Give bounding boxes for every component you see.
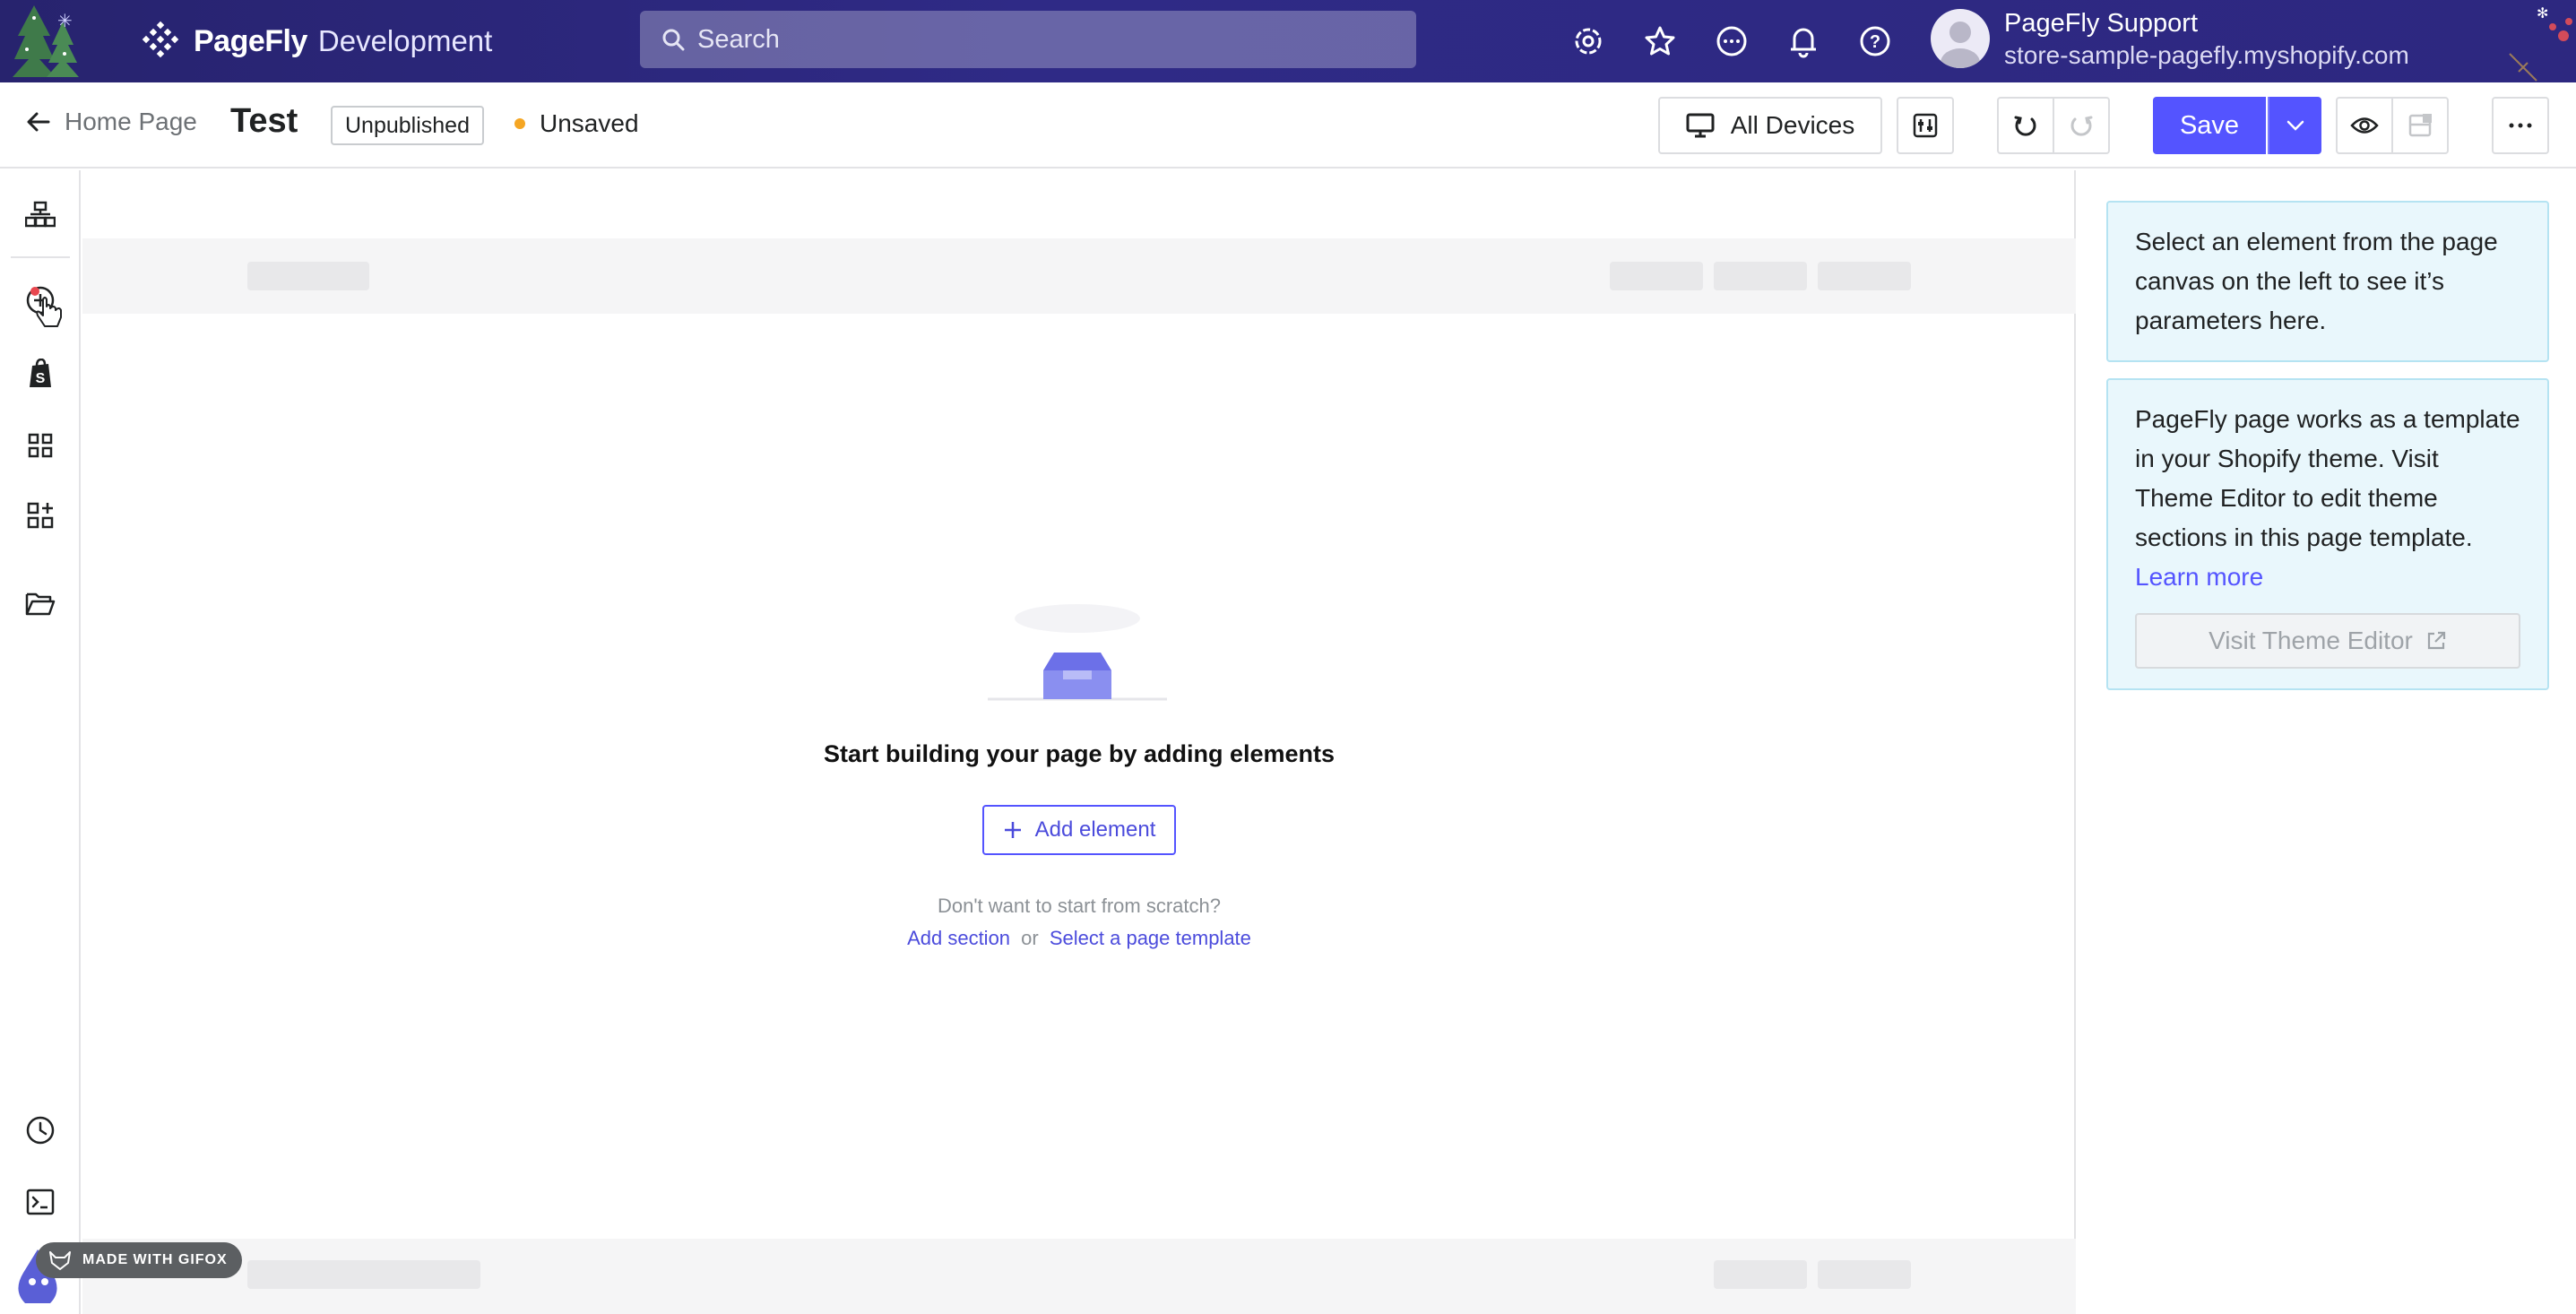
learn-more-link[interactable]: Learn more: [2135, 558, 2520, 597]
star-icon[interactable]: [1640, 22, 1680, 61]
history-icon[interactable]: [20, 1110, 61, 1151]
arrow-left-icon: [27, 112, 50, 132]
back-link[interactable]: Home Page: [25, 108, 197, 136]
brand-name: PageFly: [194, 23, 307, 58]
redo-icon: [2070, 116, 2093, 136]
left-toolbar: S: [0, 170, 81, 1314]
inspector-panel: Select an element from the page canvas o…: [2078, 170, 2576, 1314]
theme-info-text: PageFly page works as a template in your…: [2135, 405, 2520, 551]
skeleton-footer-text: [247, 1260, 480, 1289]
chevron-down-icon: [2286, 120, 2304, 131]
publish-icon: [2408, 114, 2432, 137]
theme-info-card: PageFly page works as a template in your…: [2106, 378, 2549, 690]
page-settings-button[interactable]: [1897, 97, 1954, 154]
user-store[interactable]: store-sample-pagefly.myshopify.com: [2004, 41, 2409, 70]
shopify-icon[interactable]: S: [20, 353, 61, 394]
external-link-icon: [2427, 631, 2445, 650]
editor-header: Home Page Test Unpublished Unsaved All D…: [0, 82, 2576, 169]
plus-icon: [1004, 822, 1021, 838]
help-icon[interactable]: ?: [1855, 22, 1895, 61]
redo-button[interactable]: [2053, 97, 2110, 154]
save-options-button[interactable]: [2268, 97, 2321, 154]
skeleton-footer-item: [1714, 1260, 1807, 1289]
watermark-label: MADE WITH GIFOX: [82, 1252, 228, 1267]
save-button[interactable]: Save: [2153, 97, 2266, 154]
eye-icon: [2350, 117, 2379, 134]
empty-state-title: Start building your page by adding eleme…: [823, 740, 1336, 767]
search-input[interactable]: [697, 24, 1379, 55]
brand[interactable]: PageFly Development: [140, 20, 492, 63]
more-icon: [2509, 123, 2532, 128]
devices-button[interactable]: All Devices: [1658, 97, 1882, 154]
bell-icon[interactable]: [1784, 22, 1823, 61]
snowflake-icon: ✳: [57, 10, 73, 31]
terminal-icon[interactable]: [20, 1181, 61, 1223]
preview-button[interactable]: [2336, 97, 2393, 154]
layers-icon[interactable]: [20, 194, 61, 235]
sliders-icon: [1913, 113, 1938, 138]
undo-button[interactable]: [1997, 97, 2054, 154]
user-name[interactable]: PageFly Support: [2004, 9, 2198, 39]
add-section-link[interactable]: Add section: [907, 927, 1010, 949]
skeleton-logo: [247, 262, 369, 290]
chat-icon[interactable]: [1712, 22, 1751, 61]
page-canvas[interactable]: Start building your page by adding eleme…: [82, 170, 2076, 1314]
select-element-hint: Select an element from the page canvas o…: [2106, 201, 2549, 362]
more-button[interactable]: [2492, 97, 2549, 154]
undo-icon: [2014, 116, 2036, 136]
skeleton-footer-item: [1818, 1260, 1911, 1289]
skeleton-nav-item: [1714, 262, 1807, 290]
scratch-hint: Don't want to start from scratch?: [938, 895, 1221, 917]
page-template-link[interactable]: Select a page template: [1050, 927, 1251, 949]
rail-divider: [11, 256, 70, 258]
svg-text:S: S: [36, 371, 46, 386]
avatar[interactable]: [1931, 9, 1990, 68]
svg-text:?: ?: [1870, 32, 1880, 52]
select-hint-text: Select an element from the page canvas o…: [2135, 228, 2498, 334]
search-bar[interactable]: [640, 11, 1416, 68]
save-status-label: Unsaved: [540, 109, 639, 137]
add-element-button[interactable]: Add element: [982, 805, 1176, 855]
back-label: Home Page: [65, 108, 197, 135]
pagefly-logo-icon: [142, 21, 179, 58]
folder-icon[interactable]: [20, 583, 61, 624]
header-skeleton: [82, 238, 2076, 314]
empty-inbox-illustration: [988, 604, 1167, 701]
desktop-icon: [1686, 113, 1715, 138]
svg-text:✳: ✳: [57, 10, 73, 31]
svg-text:✻: ✻: [2537, 4, 2548, 22]
hand-cursor-icon: [36, 297, 62, 327]
unsaved-dot-icon: [514, 118, 525, 129]
add-element-label: Add element: [1034, 817, 1156, 842]
grid-add-icon[interactable]: [20, 495, 61, 536]
page-title[interactable]: Test: [230, 102, 298, 141]
or-text: or: [1021, 927, 1039, 949]
fox-icon: [49, 1251, 71, 1270]
template-hint: Add section or Select a page template: [82, 927, 2076, 950]
visit-theme-editor-label: Visit Theme Editor: [2209, 627, 2413, 654]
gifox-watermark: MADE WITH GIFOX: [36, 1242, 242, 1278]
settings-icon[interactable]: [1569, 22, 1608, 61]
grid-icon[interactable]: [20, 425, 61, 466]
snowflake-decoration-icon: ✻: [2509, 4, 2572, 82]
brand-environment: Development: [317, 24, 493, 57]
devices-label: All Devices: [1730, 111, 1855, 139]
status-badge: Unpublished: [331, 106, 484, 145]
search-icon: [662, 29, 685, 51]
visit-theme-editor-button[interactable]: Visit Theme Editor: [2135, 613, 2520, 669]
save-status: Unsaved: [514, 109, 639, 138]
footer-skeleton: [82, 1239, 2076, 1314]
top-bar: ✻ ✳ PageFly Development Search ? PageFly…: [0, 0, 2576, 82]
skeleton-nav-item: [1818, 262, 1911, 290]
publish-button[interactable]: [2391, 97, 2449, 154]
skeleton-nav-item: [1610, 262, 1703, 290]
